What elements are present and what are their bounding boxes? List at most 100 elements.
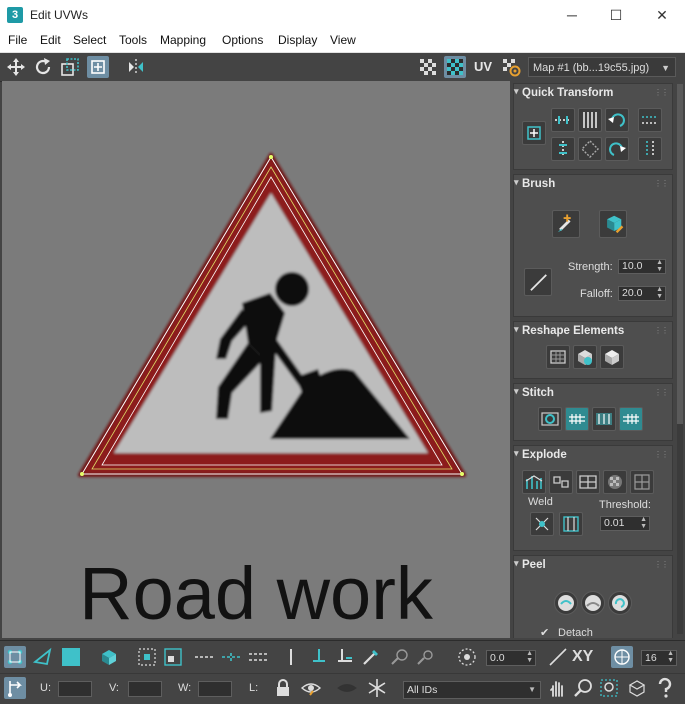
- align-horizontal-icon[interactable]: [551, 108, 575, 132]
- relax-icon[interactable]: [573, 345, 597, 369]
- brush-rollout: Brush ⋮⋮ Strength: 10.0 ▲▼ Falloff: 20.0 ▲…: [513, 174, 673, 317]
- peel-quick-icon[interactable]: [554, 591, 578, 615]
- reshape-title[interactable]: Reshape Elements: [514, 324, 624, 337]
- quick-transform-title[interactable]: Quick Transform: [514, 86, 613, 99]
- align-center-icon[interactable]: [522, 121, 546, 145]
- brush-grow-icon[interactable]: [388, 646, 410, 668]
- checker-icon[interactable]: [417, 56, 439, 78]
- scrollbar-thumb[interactable]: [677, 84, 683, 424]
- xy-label[interactable]: XY: [572, 646, 602, 668]
- close-button[interactable]: ✕: [639, 0, 685, 30]
- help-icon[interactable]: [654, 677, 676, 699]
- linear-align-icon[interactable]: [578, 137, 602, 161]
- face-mode-icon[interactable]: [60, 646, 82, 668]
- menu-display[interactable]: Display: [278, 33, 317, 47]
- snowflake-icon[interactable]: [366, 677, 388, 699]
- freeform-icon[interactable]: [87, 56, 109, 78]
- weld-target-icon[interactable]: [559, 512, 583, 536]
- rotate-icon[interactable]: [32, 56, 54, 78]
- minimize-button[interactable]: ─: [549, 0, 595, 30]
- grip-icon: ⋮⋮: [654, 88, 669, 97]
- grid-snap-icon[interactable]: [611, 646, 633, 668]
- detach-checkbox[interactable]: ✔: [540, 626, 549, 638]
- loop-select-icon[interactable]: [193, 646, 215, 668]
- spinner-arrows-icon: ▲ ▼: [526, 650, 533, 664]
- relax-brush-icon[interactable]: [599, 210, 627, 238]
- brush-title[interactable]: Brush: [514, 177, 555, 190]
- explode-grid-icon[interactable]: [576, 470, 600, 494]
- select-shrink-icon[interactable]: [162, 646, 184, 668]
- menu-file[interactable]: File: [8, 33, 27, 47]
- peel-title[interactable]: Peel: [514, 558, 546, 571]
- peel-mode-icon[interactable]: [581, 591, 605, 615]
- explode-uv-icon[interactable]: [549, 470, 573, 494]
- edge-loop-icon[interactable]: [247, 646, 269, 668]
- explode-checker-icon[interactable]: [603, 470, 627, 494]
- explode-merge-icon[interactable]: [630, 470, 654, 494]
- grid-spinner[interactable]: 16 ▲ ▼: [641, 650, 677, 666]
- falloff-spinner[interactable]: 20.0 ▲ ▼: [618, 286, 666, 301]
- menu-options[interactable]: Options: [222, 33, 263, 47]
- ring-select-icon[interactable]: [220, 646, 242, 668]
- w-field[interactable]: [198, 681, 232, 697]
- zoom-extents-icon[interactable]: [626, 677, 648, 699]
- rotate-ccw-icon[interactable]: [605, 108, 629, 132]
- brush-shrink-icon[interactable]: [414, 646, 436, 668]
- hide-icon[interactable]: [300, 677, 322, 699]
- menu-view[interactable]: View: [330, 33, 356, 47]
- menu-edit[interactable]: Edit: [40, 33, 61, 47]
- unpin-icon[interactable]: [334, 646, 356, 668]
- edge-mode-icon[interactable]: [32, 646, 54, 668]
- break-icon[interactable]: [522, 470, 546, 494]
- cube-icon[interactable]: [600, 345, 624, 369]
- stitch-title[interactable]: Stitch: [514, 386, 554, 399]
- freeze-icon[interactable]: [336, 677, 358, 699]
- map-settings-icon[interactable]: [500, 56, 522, 78]
- menu-tools[interactable]: Tools: [119, 33, 147, 47]
- vertex-mode-icon[interactable]: [4, 646, 26, 668]
- pin-icon[interactable]: [308, 646, 330, 668]
- map-dropdown[interactable]: Map #1 (bb...19c55.jpg) ▼: [528, 57, 676, 77]
- uv-label[interactable]: UV: [472, 56, 494, 78]
- stitch-average-icon[interactable]: [592, 407, 616, 431]
- menu-mapping[interactable]: Mapping: [160, 33, 206, 47]
- zoom-icon[interactable]: [572, 677, 594, 699]
- sidebar-scrollbar[interactable]: [677, 84, 683, 634]
- straighten-icon[interactable]: [546, 345, 570, 369]
- u-field[interactable]: [58, 681, 92, 697]
- stitch-custom-icon[interactable]: [538, 407, 562, 431]
- zoom-region-icon[interactable]: [598, 677, 620, 699]
- v-field[interactable]: [128, 681, 162, 697]
- soft-selection-icon[interactable]: [456, 646, 478, 668]
- maximize-button[interactable]: ☐: [593, 0, 639, 30]
- mirror-icon[interactable]: [125, 56, 147, 78]
- rotate-cw-icon[interactable]: [605, 137, 629, 161]
- pan-icon[interactable]: [546, 677, 568, 699]
- texture-checker-icon[interactable]: [444, 56, 466, 78]
- uv-viewport[interactable]: Road work: [2, 81, 510, 638]
- lock-icon[interactable]: [272, 677, 294, 699]
- menu-select[interactable]: Select: [73, 33, 106, 47]
- transform-mode-icon[interactable]: [4, 677, 26, 699]
- ids-dropdown[interactable]: All IDs ▼: [403, 681, 541, 699]
- space-vertical-icon[interactable]: [578, 108, 602, 132]
- move-icon[interactable]: [5, 56, 27, 78]
- paint-select-icon[interactable]: [360, 646, 382, 668]
- stitch-source-icon[interactable]: [565, 407, 589, 431]
- space-horizontal-icon[interactable]: [638, 108, 662, 132]
- select-grow-icon[interactable]: [136, 646, 158, 668]
- align-vertical-icon[interactable]: [551, 137, 575, 161]
- falloff-line-icon[interactable]: [547, 646, 569, 668]
- angle-spinner[interactable]: 0.0 ▲ ▼: [486, 650, 536, 666]
- brush-line-icon[interactable]: [524, 268, 552, 296]
- explode-title[interactable]: Explode: [514, 448, 567, 461]
- stitch-target-icon[interactable]: [619, 407, 643, 431]
- scale-icon[interactable]: [59, 56, 81, 78]
- element-mode-icon[interactable]: [98, 646, 120, 668]
- weld-selected-icon[interactable]: [530, 512, 554, 536]
- peel-reset-icon[interactable]: [608, 591, 632, 615]
- threshold-spinner[interactable]: 0.01 ▲ ▼: [600, 516, 650, 531]
- space-vertical-2-icon[interactable]: [638, 137, 662, 161]
- paint-move-icon[interactable]: [552, 210, 580, 238]
- strength-spinner[interactable]: 10.0 ▲ ▼: [618, 259, 666, 274]
